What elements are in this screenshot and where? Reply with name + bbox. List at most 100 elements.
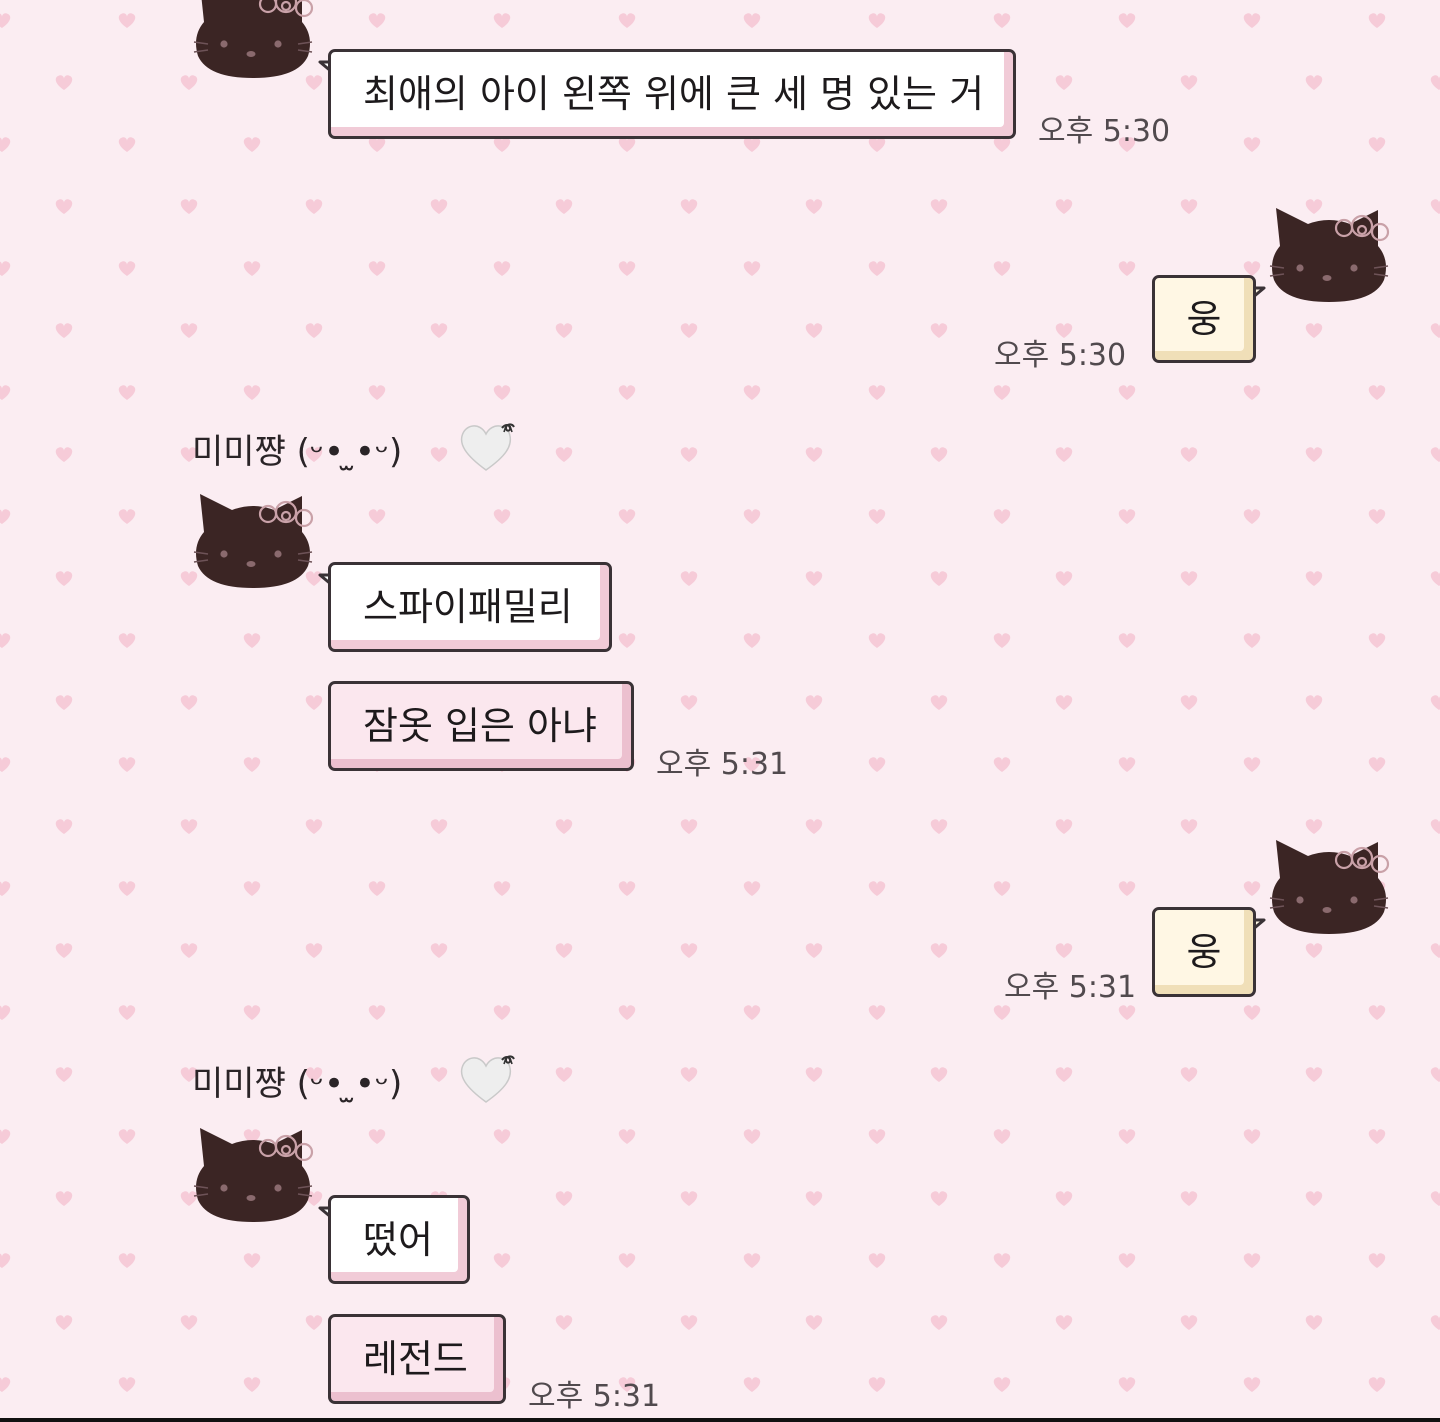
pattern-heart (180, 1315, 198, 1330)
pattern-heart (1118, 633, 1136, 648)
pattern-heart (1430, 695, 1440, 710)
message-bubble-m4[interactable]: 잠옷 입은 아냐 (328, 681, 634, 771)
sender-name: 미미쨩 (ᵕ• ̫•ᵕ) (192, 432, 403, 472)
pattern-heart (1368, 1129, 1386, 1144)
pattern-heart (1305, 323, 1323, 338)
pattern-heart (1305, 1315, 1323, 1330)
sender-name: 미미쨩 (ᵕ• ̫•ᵕ) (192, 1064, 403, 1104)
pattern-heart (868, 13, 886, 28)
pattern-heart (680, 943, 698, 958)
pattern-heart (368, 261, 386, 276)
message-bubble-m5[interactable]: 웅 (1152, 907, 1256, 997)
pattern-heart (430, 323, 448, 338)
pattern-heart (1118, 13, 1136, 28)
pattern-heart (930, 1067, 948, 1082)
pattern-heart (0, 261, 11, 276)
message-bubble-m1[interactable]: 최애의 아이 왼쪽 위에 큰 세 명 있는 거 (328, 49, 1016, 139)
pattern-heart (805, 1067, 823, 1082)
pattern-heart (1430, 943, 1440, 958)
pattern-heart (1118, 757, 1136, 772)
pattern-heart (1055, 695, 1073, 710)
pattern-heart (868, 509, 886, 524)
pattern-heart (555, 819, 573, 834)
pattern-heart (555, 447, 573, 462)
pattern-heart (618, 1129, 636, 1144)
message-bubble-m2[interactable]: 웅 (1152, 275, 1256, 363)
pattern-heart (180, 819, 198, 834)
message-time: 오후 5:31 (656, 747, 789, 782)
pattern-heart (680, 695, 698, 710)
pattern-heart (1180, 695, 1198, 710)
pattern-heart (305, 943, 323, 958)
pattern-heart (493, 509, 511, 524)
message-bubble-m3[interactable]: 스파이패밀리 (328, 562, 612, 652)
pattern-heart (993, 261, 1011, 276)
pattern-heart (1243, 633, 1261, 648)
pattern-heart (1243, 1005, 1261, 1020)
message-text: 최애의 아이 왼쪽 위에 큰 세 명 있는 거 (363, 72, 985, 116)
pattern-heart (1368, 509, 1386, 524)
pattern-heart (0, 757, 11, 772)
pattern-heart (0, 1377, 11, 1392)
message-text: 웅 (1186, 930, 1222, 974)
pattern-heart (1055, 447, 1073, 462)
pattern-heart (1180, 571, 1198, 586)
pattern-heart (0, 881, 11, 896)
kitty-avatar-icon[interactable] (190, 1122, 316, 1222)
pattern-heart (55, 447, 73, 462)
message-bubble-m7[interactable]: 레전드 (328, 1314, 506, 1404)
pattern-heart (55, 571, 73, 586)
pattern-heart (930, 695, 948, 710)
pattern-heart (368, 385, 386, 400)
pattern-heart (1118, 385, 1136, 400)
pattern-heart (493, 881, 511, 896)
pattern-heart (368, 509, 386, 524)
pattern-heart (118, 13, 136, 28)
pattern-heart (118, 1129, 136, 1144)
pattern-heart (368, 1005, 386, 1020)
pattern-heart (1368, 1005, 1386, 1020)
pattern-heart (993, 1253, 1011, 1268)
pattern-heart (1430, 1191, 1440, 1206)
kitty-avatar-icon[interactable] (190, 488, 316, 588)
pattern-heart (868, 633, 886, 648)
pattern-heart (680, 571, 698, 586)
pattern-heart (1305, 1067, 1323, 1082)
pattern-heart (805, 695, 823, 710)
pattern-heart (680, 819, 698, 834)
pattern-heart (1243, 757, 1261, 772)
pattern-heart (493, 1253, 511, 1268)
pattern-heart (0, 509, 11, 524)
pattern-heart (805, 199, 823, 214)
message-bubble-m6[interactable]: 떴어 (328, 1195, 470, 1284)
pattern-heart (1368, 1253, 1386, 1268)
pattern-heart (180, 943, 198, 958)
pattern-heart (305, 199, 323, 214)
pattern-heart (243, 1377, 261, 1392)
pattern-heart (1368, 385, 1386, 400)
message-text: 레전드 (363, 1337, 468, 1381)
pattern-heart (1118, 1005, 1136, 1020)
pattern-heart (680, 1191, 698, 1206)
pattern-heart (0, 1129, 11, 1144)
pattern-heart (1243, 13, 1261, 28)
pattern-heart (1180, 1191, 1198, 1206)
pattern-heart (493, 1005, 511, 1020)
pattern-heart (680, 199, 698, 214)
pattern-heart (1430, 323, 1440, 338)
pattern-heart (743, 1005, 761, 1020)
kitty-avatar-icon[interactable] (1266, 202, 1392, 302)
pattern-heart (1180, 199, 1198, 214)
pattern-heart (868, 1377, 886, 1392)
pattern-heart (118, 137, 136, 152)
pattern-heart (743, 1253, 761, 1268)
pattern-heart (618, 385, 636, 400)
kitty-avatar-icon[interactable] (1266, 834, 1392, 934)
pattern-heart (1243, 1377, 1261, 1392)
kitty-avatar-icon[interactable] (190, 0, 316, 78)
pattern-heart (493, 261, 511, 276)
pattern-heart (618, 1005, 636, 1020)
pattern-heart (493, 385, 511, 400)
pattern-heart (618, 137, 636, 152)
pattern-heart (0, 1253, 11, 1268)
